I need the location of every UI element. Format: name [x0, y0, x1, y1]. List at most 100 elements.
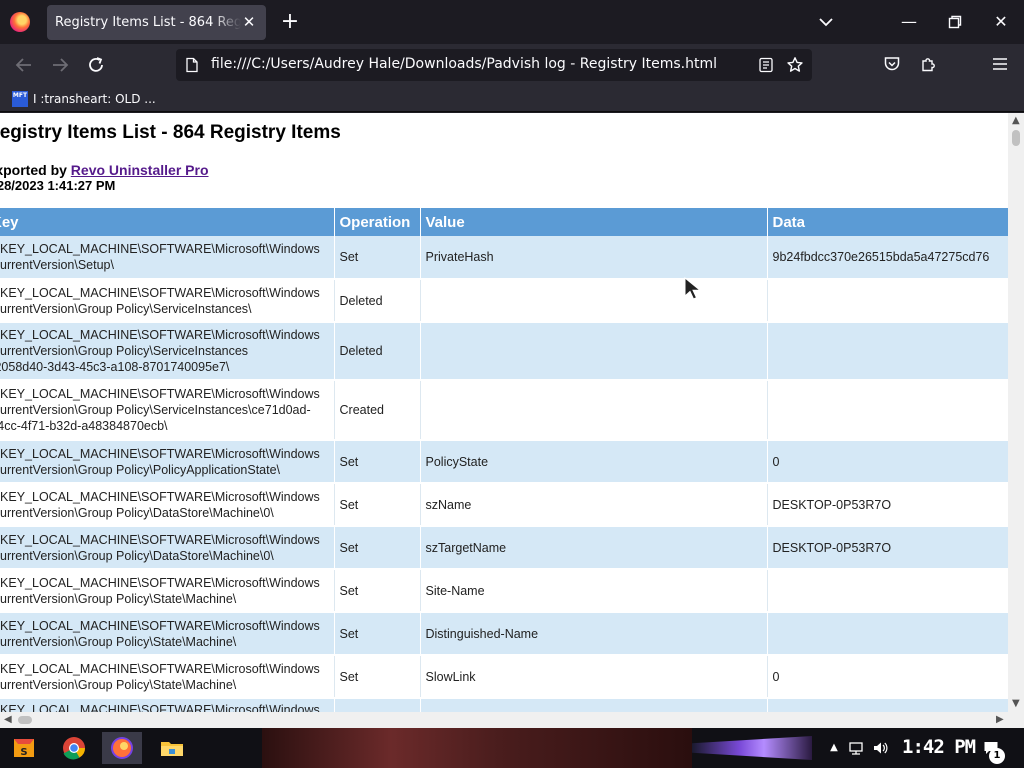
exported-by-line: Exported by Revo Uninstaller Pro — [0, 162, 209, 178]
mouse-cursor-icon — [684, 277, 702, 300]
start-icon[interactable]: S — [4, 732, 44, 764]
bookmark-item[interactable]: MFT I :transheart: OLD ... — [12, 89, 156, 109]
cell-value: Site-Name — [420, 569, 768, 613]
volume-icon[interactable] — [872, 740, 888, 756]
cell-data — [767, 569, 1008, 613]
notification-count-badge: 1 — [989, 748, 1005, 764]
cell-data — [767, 380, 1008, 441]
cell-value — [420, 698, 768, 712]
table-row: HKEY_LOCAL_MACHINE\SOFTWARE\Microsoft\Wi… — [0, 569, 1008, 613]
column-header-data[interactable]: Data — [767, 208, 1008, 236]
column-header-value[interactable]: Value — [420, 208, 768, 236]
cell-data — [767, 698, 1008, 712]
cell-data: 9b24fbdcc370e26515bda5a47275cd76 — [767, 236, 1008, 280]
cell-data: 0 — [767, 440, 1008, 484]
export-date: 6/28/2023 1:41:27 PM — [0, 178, 116, 193]
cell-key: HKEY_LOCAL_MACHINE\SOFTWARE\Microsoft\Wi… — [0, 526, 335, 570]
restore-icon[interactable] — [942, 10, 968, 34]
cell-key: HKEY_LOCAL_MACHINE\SOFTWARE\Microsoft\Wi… — [0, 322, 335, 381]
taskbar-clock[interactable]: 1:42 PM — [902, 736, 976, 758]
cell-key: HKEY_LOCAL_MACHINE\SOFTWARE\Microsoft\Wi… — [0, 440, 335, 484]
extensions-puzzle-icon[interactable] — [920, 55, 938, 73]
cell-key: HKEY_LOCAL_MACHINE\SOFTWARE\Microsoft\Wi… — [0, 569, 335, 613]
cell-operation: Created — [334, 380, 421, 441]
windows-taskbar: S ▲ 1:42 PM — [0, 728, 1024, 768]
url-text[interactable]: file:///C:/Users/Audrey Hale/Downloads/P… — [211, 56, 717, 72]
back-arrow-icon[interactable] — [12, 53, 36, 77]
page-content[interactable]: Registry Items List - 864 Registry Items… — [0, 113, 1008, 712]
scroll-up-icon[interactable]: ▲ — [1012, 116, 1020, 126]
table-row: HKEY_LOCAL_MACHINE\SOFTWARE\Microsoft\Wi… — [0, 236, 1008, 280]
minimize-icon[interactable]: — — [896, 10, 922, 34]
list-all-tabs-chevron-icon[interactable] — [816, 12, 836, 32]
cell-key: HKEY_LOCAL_MACHINE\SOFTWARE\Microsoft\Wi… — [0, 380, 335, 441]
reload-icon[interactable] — [84, 53, 108, 77]
reader-view-icon[interactable] — [758, 57, 774, 73]
page-title: Registry Items List - 864 Registry Items — [0, 122, 341, 143]
vertical-scrollbar[interactable]: ▲ ▼ — [1008, 113, 1024, 712]
exported-by-prefix: Exported by — [0, 162, 67, 178]
bookmark-favicon: MFT — [12, 91, 28, 107]
network-icon[interactable] — [848, 740, 864, 756]
registry-items-table: Key Operation Value Data HKEY_LOCAL_MACH… — [0, 208, 1008, 712]
scroll-right-icon[interactable]: ▶ — [996, 715, 1004, 725]
bookmark-star-icon[interactable] — [786, 56, 804, 74]
table-row: HKEY_LOCAL_MACHINE\SOFTWARE\Microsoft\Wi… — [0, 322, 1008, 381]
cell-key: HKEY_LOCAL_MACHINE\SOFTWARE\Microsoft\Wi… — [0, 279, 335, 323]
cell-value — [420, 279, 768, 323]
cell-value: Distinguished-Name — [420, 612, 768, 656]
cell-operation: Set — [334, 612, 421, 656]
vertical-scroll-thumb[interactable] — [1012, 130, 1020, 146]
cell-value: PrivateHash — [420, 236, 768, 280]
cell-data — [767, 279, 1008, 323]
url-bar[interactable]: file:///C:/Users/Audrey Hale/Downloads/P… — [176, 49, 812, 81]
navigation-toolbar: file:///C:/Users/Audrey Hale/Downloads/P… — [0, 44, 1024, 86]
table-row: HKEY_LOCAL_MACHINE\SOFTWARE\Microsoft\Wi… — [0, 483, 1008, 527]
bookmark-label: I :transheart: OLD ... — [33, 92, 156, 106]
cell-operation: Deleted — [334, 279, 421, 323]
table-row: HKEY_LOCAL_MACHINE\SOFTWARE\Microsoft\Wi… — [0, 655, 1008, 699]
cell-operation — [334, 698, 421, 712]
show-hidden-icons-chevron-icon[interactable]: ▲ — [826, 740, 842, 756]
table-row: HKEY_LOCAL_MACHINE\SOFTWARE\Microsoft\Wi… — [0, 440, 1008, 484]
scroll-down-icon[interactable]: ▼ — [1012, 699, 1020, 709]
new-tab-icon[interactable]: + — [280, 11, 300, 33]
cell-data — [767, 612, 1008, 656]
horizontal-scroll-thumb[interactable] — [18, 716, 32, 724]
taskbar-wallpaper-art — [262, 728, 692, 768]
cell-value — [420, 322, 768, 381]
horizontal-scrollbar[interactable]: ◀ ▶ — [0, 712, 1024, 728]
cell-operation: Set — [334, 569, 421, 613]
column-header-operation[interactable]: Operation — [334, 208, 421, 236]
tab-registry-items[interactable]: Registry Items List - 864 Registry Items… — [47, 5, 266, 40]
cell-key: HKEY_LOCAL_MACHINE\SOFTWARE\Microsoft\Wi… — [0, 655, 335, 699]
cell-key: HKEY_LOCAL_MACHINE\SOFTWARE\Microsoft\Wi… — [0, 612, 335, 656]
firefox-icon[interactable] — [102, 732, 142, 764]
revo-uninstaller-link[interactable]: Revo Uninstaller Pro — [71, 162, 209, 178]
scroll-left-icon[interactable]: ◀ — [4, 715, 12, 725]
bookmarks-toolbar: MFT I :transheart: OLD ... — [0, 86, 1024, 112]
tab-close-icon[interactable]: ✕ — [240, 13, 258, 31]
forward-arrow-icon[interactable] — [48, 53, 72, 77]
table-row: HKEY_LOCAL_MACHINE\SOFTWARE\Microsoft\Wi… — [0, 698, 1008, 712]
firefox-logo-icon[interactable] — [10, 12, 30, 32]
cell-data: DESKTOP-0P53R7O — [767, 526, 1008, 570]
file-explorer-icon[interactable] — [152, 732, 192, 764]
pocket-icon[interactable] — [883, 55, 901, 73]
table-header-row: Key Operation Value Data — [0, 208, 1008, 236]
app-menu-hamburger-icon[interactable] — [991, 55, 1009, 73]
cell-operation: Set — [334, 526, 421, 570]
cell-operation: Deleted — [334, 322, 421, 381]
taskbar-decoration — [692, 736, 812, 760]
cell-key: HKEY_LOCAL_MACHINE\SOFTWARE\Microsoft\Wi… — [0, 698, 335, 712]
table-row: HKEY_LOCAL_MACHINE\SOFTWARE\Microsoft\Wi… — [0, 279, 1008, 323]
cell-data — [767, 322, 1008, 381]
svg-text:S: S — [20, 747, 27, 758]
close-window-icon[interactable]: ✕ — [988, 10, 1014, 34]
cell-key: HKEY_LOCAL_MACHINE\SOFTWARE\Microsoft\Wi… — [0, 236, 335, 280]
chrome-icon[interactable] — [54, 732, 94, 764]
cell-data: 0 — [767, 655, 1008, 699]
cell-value: PolicyState — [420, 440, 768, 484]
column-header-key[interactable]: Key — [0, 208, 335, 236]
cell-operation: Set — [334, 440, 421, 484]
